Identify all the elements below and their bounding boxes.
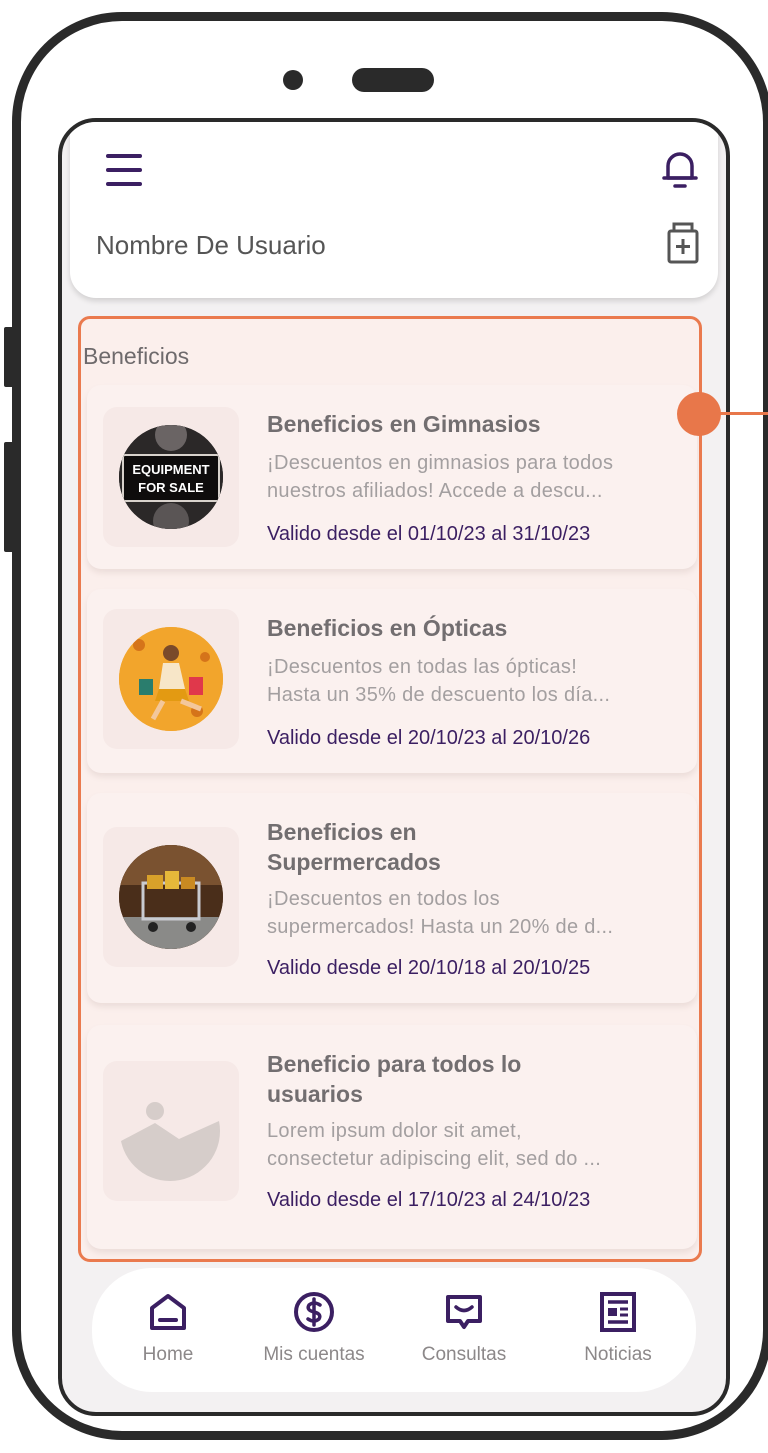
medicine-icon[interactable] [666,222,700,264]
annotation-line [714,412,768,415]
bell-icon[interactable] [660,146,700,190]
newspaper-icon [600,1292,636,1332]
svg-text:EQUIPMENT: EQUIPMENT [132,462,209,477]
phone-camera [283,70,303,90]
benefit-validity: Valido desde el 20/10/18 al 20/10/25 [267,957,591,979]
benefit-title: Beneficios en Ópticas [267,615,508,641]
benefit-card-supermarkets[interactable]: Beneficios en Supermercados ¡Descuentos … [87,793,697,1003]
dollar-icon [294,1292,334,1332]
benefit-thumbnail: EQUIPMENT FOR SALE [103,407,239,547]
menu-icon[interactable] [102,152,146,188]
user-name: Nombre De Usuario [96,230,326,260]
benefit-thumbnail [103,609,239,749]
nav-item-consultas[interactable]: Consultas [394,1290,534,1366]
benefit-thumbnail [103,827,239,967]
chat-icon [446,1295,482,1329]
benefit-description: nuestros afiliados! Accede a descu... [267,480,603,502]
bottom-navigation: Home Mis cuentas Consultas Noticias [92,1268,696,1392]
svg-text:FOR SALE: FOR SALE [138,480,204,495]
benefit-card-all-users[interactable]: Beneficio para todos lo usuarios Lorem i… [87,1025,697,1249]
gym-equipment-image: EQUIPMENT FOR SALE [119,425,223,529]
image-placeholder-icon [121,1102,221,1182]
benefit-card-gyms[interactable]: EQUIPMENT FOR SALE Beneficios en Gimnasi… [87,385,697,569]
benefit-title: Supermercados [267,849,441,875]
benefit-title: usuarios [267,1081,363,1107]
benefit-title: Beneficio para todos lo [267,1051,522,1077]
shopping-woman-image [119,627,223,731]
benefit-card-optics[interactable]: Beneficios en Ópticas ¡Descuentos en tod… [87,589,697,773]
section-title: Beneficios [83,343,190,369]
benefit-title: Beneficios en Gimnasios [267,411,541,437]
benefit-description: ¡Descuentos en gimnasios para todos [267,452,614,474]
benefit-validity: Valido desde el 01/10/23 al 31/10/23 [267,523,591,545]
benefit-description: Lorem ipsum dolor sit amet, [267,1120,522,1142]
nav-label: Home [142,1344,194,1365]
nav-item-home[interactable]: Home [98,1290,238,1366]
benefit-description: ¡Descuentos en todos los [267,888,500,910]
nav-item-mis-cuentas[interactable]: Mis cuentas [244,1290,384,1366]
benefit-title: Beneficios en [267,819,417,845]
benefit-thumbnail [103,1061,239,1201]
benefit-validity: Valido desde el 17/10/23 al 24/10/23 [267,1189,591,1211]
shopping-cart-image [119,845,223,949]
benefit-description: consectetur adipiscing elit, sed do ... [267,1148,602,1170]
nav-label: Mis cuentas [263,1344,365,1365]
app-header: Nombre De Usuario [70,122,718,298]
phone-speaker [352,68,434,92]
app-screen: Nombre De Usuario Beneficios EQUIPMENT F… [58,118,730,1416]
nav-label: Consultas [421,1344,507,1365]
benefits-panel: Beneficios EQUIPMENT FOR SALE Beneficios… [78,316,702,1262]
benefit-description: Hasta un 35% de descuento los día... [267,684,611,706]
benefit-description: ¡Descuentos en todas las ópticas! [267,656,578,678]
home-icon [150,1294,186,1330]
nav-item-noticias[interactable]: Noticias [548,1290,688,1366]
nav-label: Noticias [584,1344,652,1365]
benefit-description: supermercados! Hasta un 20% de d... [267,916,614,938]
benefit-validity: Valido desde el 20/10/23 al 20/10/26 [267,727,591,749]
